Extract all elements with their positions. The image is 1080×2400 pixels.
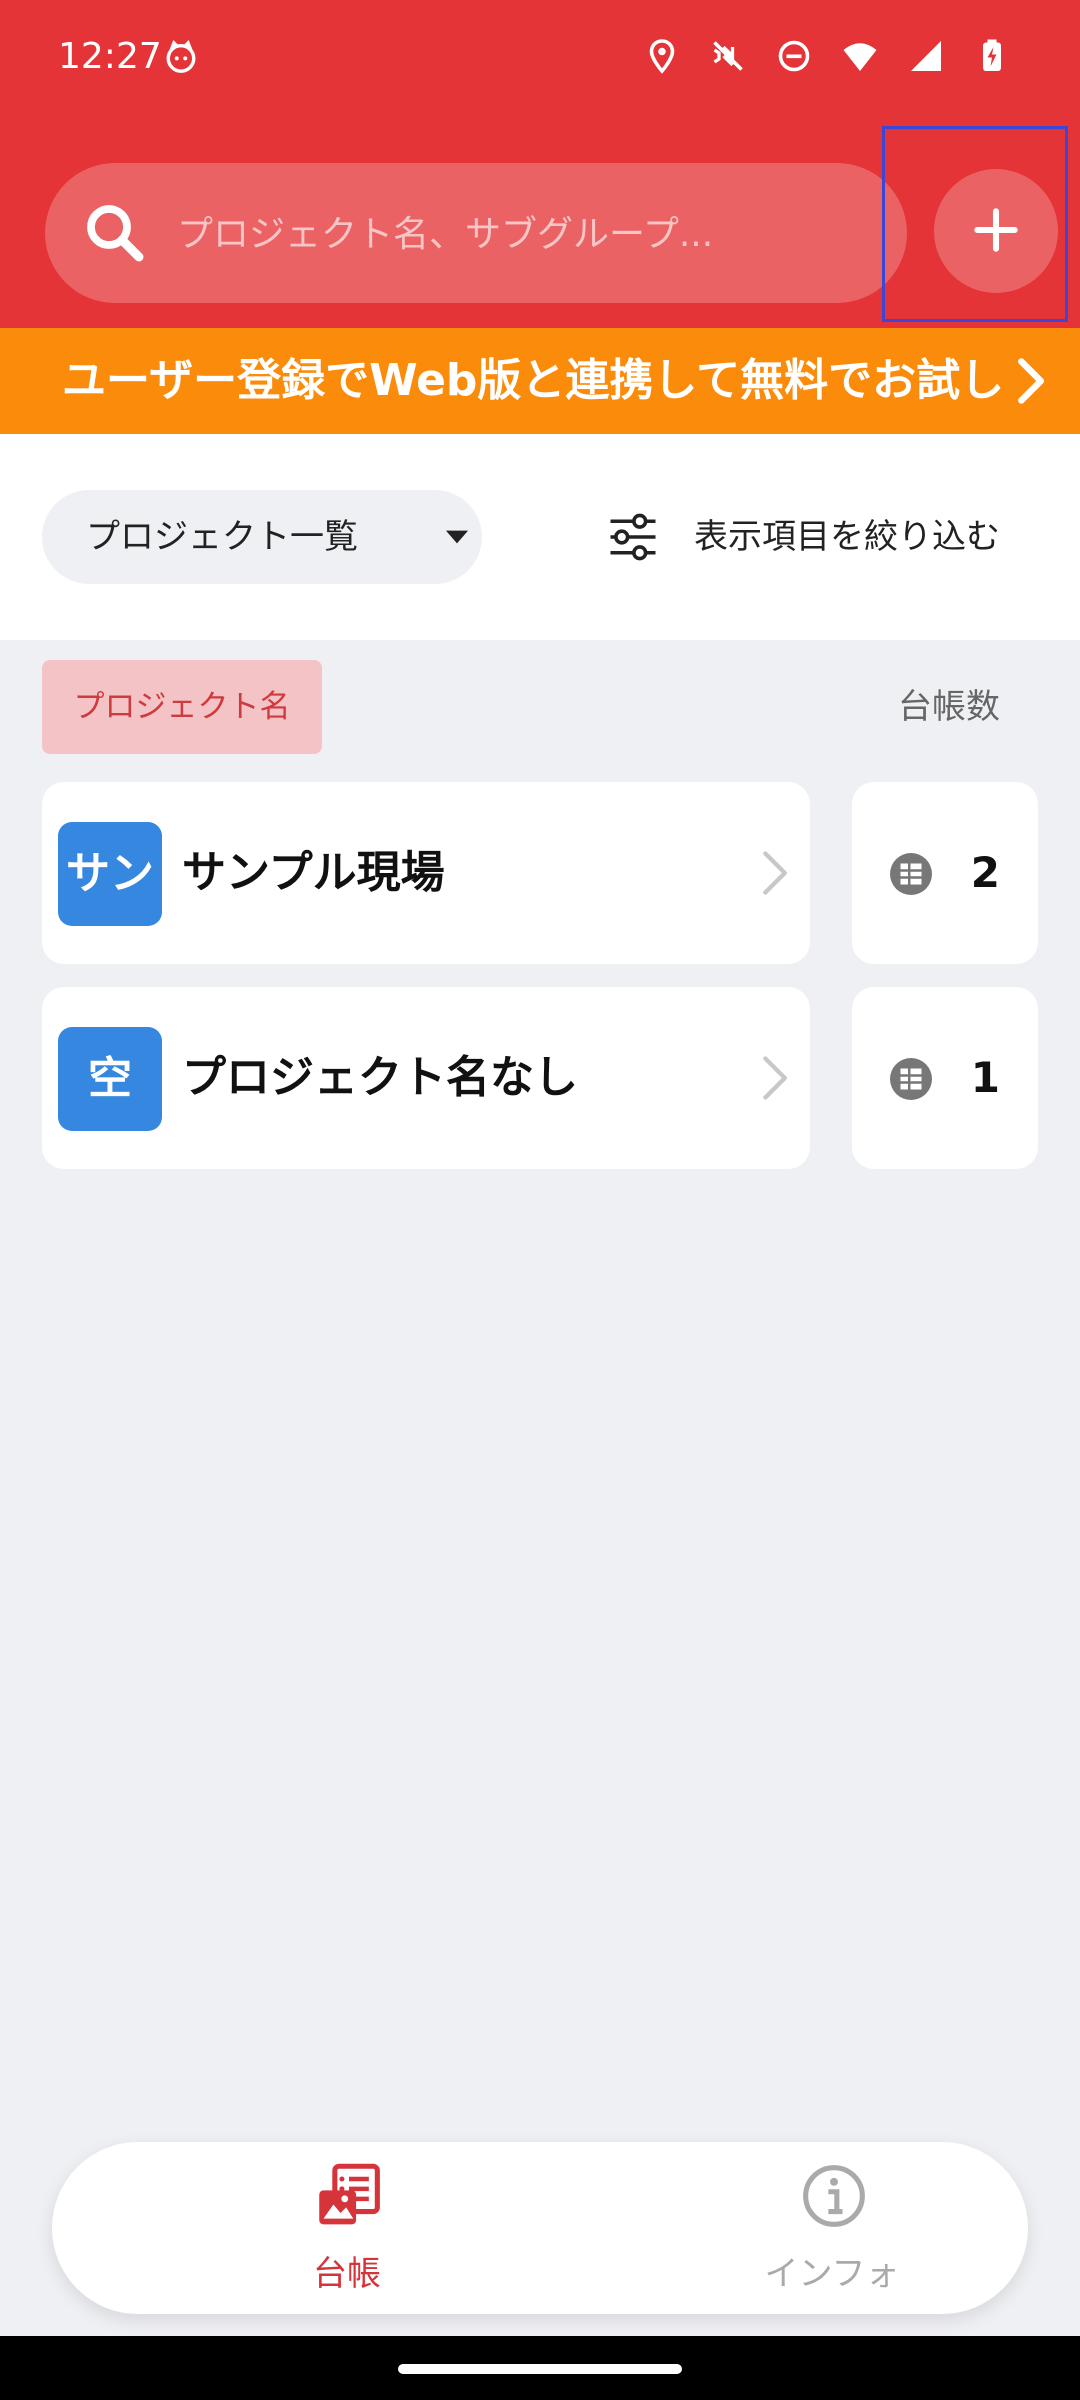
bottom-navigation: 台帳 インフォ: [52, 2142, 1028, 2314]
filter-items-button[interactable]: 表示項目を絞り込む: [606, 490, 1026, 584]
search-input[interactable]: [175, 163, 879, 305]
status-bar: 12:27: [0, 0, 1080, 120]
do-not-disturb-icon: [776, 38, 812, 78]
status-icons: [644, 38, 1010, 78]
ledger-count-card[interactable]: 1: [852, 987, 1038, 1169]
nav-item-ledger[interactable]: 台帳: [147, 2142, 547, 2314]
sliders-icon: [606, 510, 660, 564]
search-icon: [79, 197, 151, 269]
filter-label: 表示項目を絞り込む: [694, 517, 1000, 557]
cellular-signal-icon: [908, 38, 944, 78]
add-project-button[interactable]: [934, 169, 1058, 293]
project-list-dropdown[interactable]: プロジェクト一覧: [42, 490, 482, 584]
chevron-right-icon: [1004, 355, 1056, 407]
cat-notification-icon: [164, 40, 198, 74]
promo-banner[interactable]: ユーザー登録でWeb版と連携して無料でお試し: [0, 328, 1080, 434]
chevron-right-icon: [748, 847, 800, 899]
chevron-right-icon: [748, 1052, 800, 1104]
battery-charging-icon: [974, 38, 1010, 78]
wifi-icon: [842, 38, 878, 78]
plus-icon: [968, 207, 1024, 261]
ledger-image-icon: [315, 2162, 383, 2230]
column-header-project-name[interactable]: プロジェクト名: [42, 660, 322, 754]
search-bar[interactable]: [45, 163, 907, 305]
home-indicator[interactable]: [398, 2364, 682, 2374]
info-icon: [800, 2162, 868, 2230]
ledger-icon: [890, 853, 932, 895]
location-icon: [644, 38, 680, 78]
project-avatar: 空: [58, 1027, 162, 1131]
nav-label: 台帳: [313, 2254, 381, 2294]
caret-down-icon: [438, 518, 476, 556]
project-avatar: サン: [58, 822, 162, 926]
ledger-icon: [890, 1058, 932, 1100]
column-header-ledger-count[interactable]: 台帳数: [898, 660, 1000, 754]
project-card[interactable]: 空 プロジェクト名なし: [42, 987, 810, 1169]
project-card[interactable]: サン サンプル現場: [42, 782, 810, 964]
system-navigation-bar: [0, 2336, 1080, 2400]
ledger-count: 1: [970, 1053, 1000, 1102]
ledger-count: 2: [970, 848, 1000, 897]
app-header: [0, 120, 1080, 328]
nav-label: インフォ: [764, 2254, 900, 2294]
filter-bar: プロジェクト一覧 表示項目を絞り込む: [0, 434, 1080, 640]
nav-item-info[interactable]: インフォ: [632, 2142, 1032, 2314]
vibrate-off-icon: [710, 38, 746, 78]
dropdown-label: プロジェクト一覧: [86, 517, 358, 557]
project-name: サンプル現場: [182, 847, 445, 898]
promo-banner-text: ユーザー登録でWeb版と連携して無料でお試し: [62, 355, 1005, 406]
ledger-count-card[interactable]: 2: [852, 782, 1038, 964]
project-name: プロジェクト名なし: [182, 1052, 578, 1103]
status-time: 12:27: [58, 36, 162, 77]
